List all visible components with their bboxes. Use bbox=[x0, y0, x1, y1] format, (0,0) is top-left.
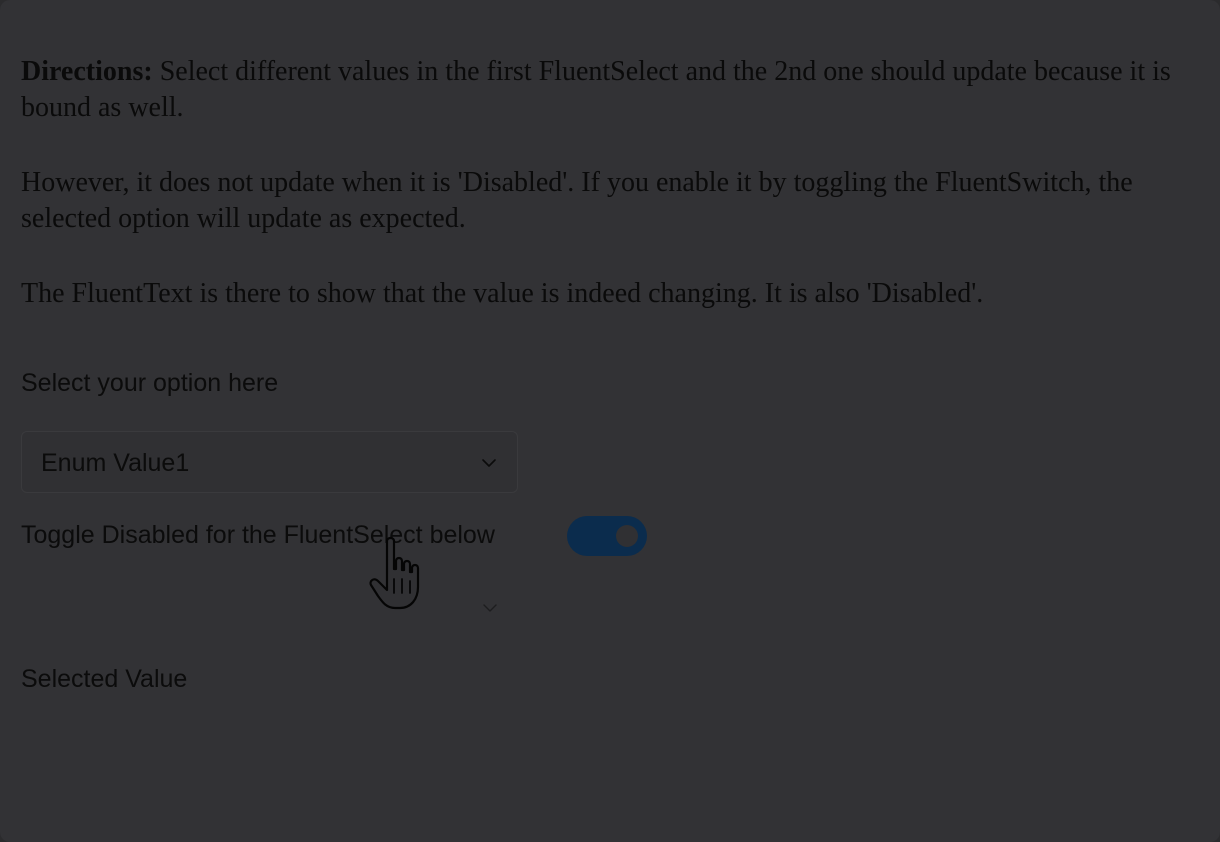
disabled-toggle-switch[interactable] bbox=[567, 516, 647, 556]
directions-paragraph: Directions: Select different values in t… bbox=[21, 54, 1191, 126]
bound-select-disabled bbox=[21, 580, 518, 636]
selected-value-label: Selected Value bbox=[21, 665, 188, 693]
option-select[interactable]: Enum Value1 bbox=[21, 431, 518, 493]
directions-text: Select different values in the first Flu… bbox=[21, 56, 1171, 123]
select-label: Select your option here bbox=[21, 369, 279, 397]
toggle-label: Toggle Disabled for the FluentSelect bel… bbox=[21, 521, 495, 549]
chevron-down-icon bbox=[482, 459, 496, 467]
chevron-down-icon bbox=[483, 604, 497, 612]
disabled-note-paragraph: However, it does not update when it is '… bbox=[21, 167, 1133, 234]
page: Directions: Select different values in t… bbox=[0, 0, 1220, 842]
directions-label: Directions: bbox=[21, 56, 153, 87]
fluent-text-note-paragraph: The FluentText is there to show that the… bbox=[21, 278, 984, 309]
option-select-value: Enum Value1 bbox=[41, 449, 190, 477]
toggle-knob bbox=[616, 525, 638, 547]
